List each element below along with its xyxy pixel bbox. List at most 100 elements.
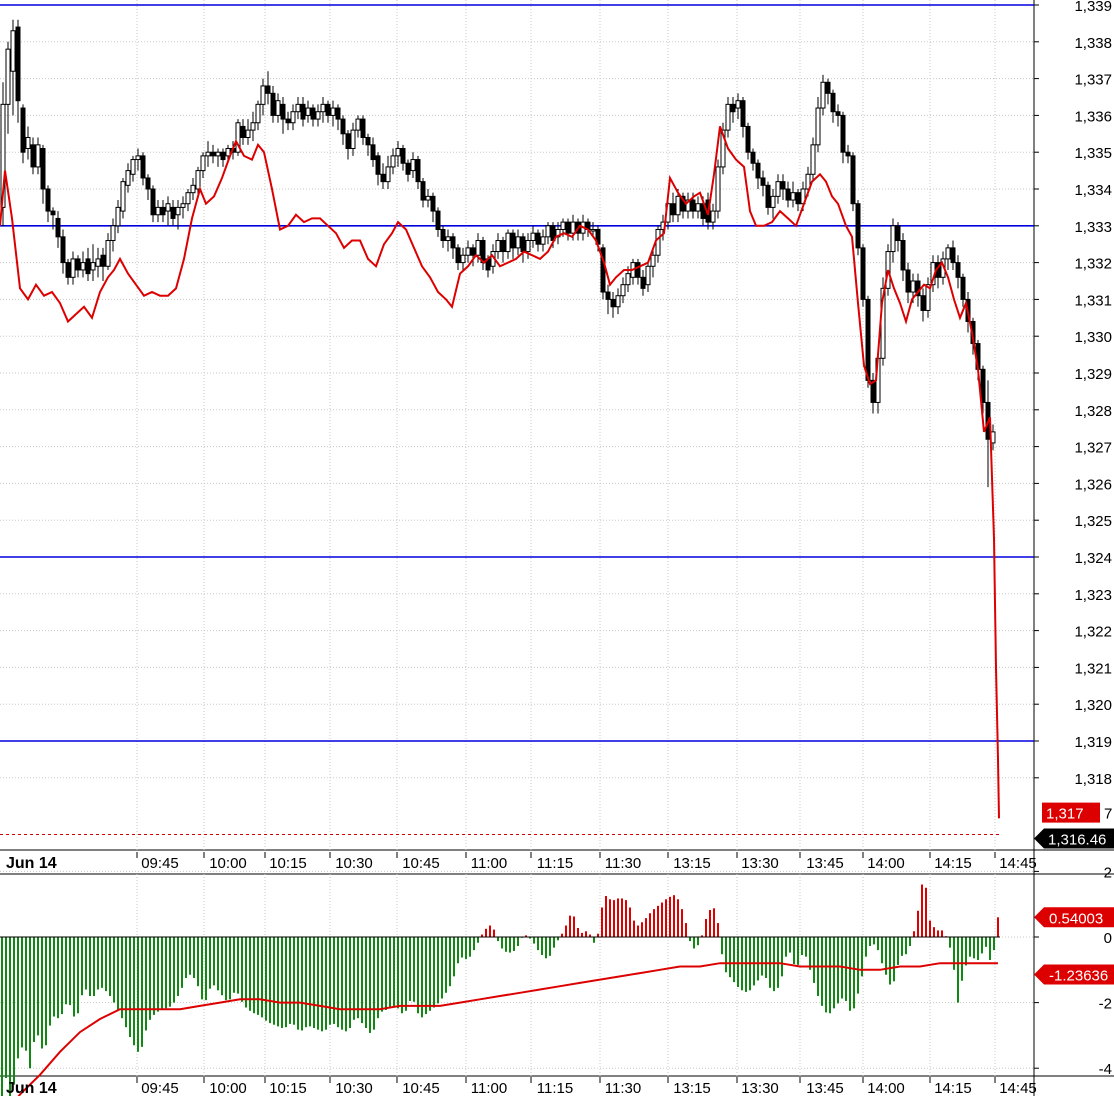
osc-y-tick-label: 2 <box>1104 864 1112 881</box>
candle-down <box>280 103 286 120</box>
candle-up <box>130 159 136 175</box>
osc-date-label: Jun 14 <box>6 1080 57 1096</box>
last-price-badge-trail: 7 <box>1104 806 1112 823</box>
candle-up <box>735 100 741 109</box>
price-date-label: Jun 14 <box>6 855 57 872</box>
candle-up <box>790 192 796 201</box>
time-tick-label: 14:45 <box>999 1080 1037 1096</box>
price-y-tick-label: 1,319 <box>1074 734 1112 751</box>
time-tick-label: 11:30 <box>605 855 641 872</box>
candle-up <box>710 210 716 223</box>
candle-up <box>120 181 126 212</box>
candle-down <box>950 247 956 264</box>
current-price-badge: 1,316.46 <box>1034 828 1114 849</box>
candle-down <box>150 188 156 216</box>
candle-down <box>240 125 246 138</box>
candle-up <box>205 151 211 157</box>
candle-up <box>135 155 141 161</box>
histogram-value-badge-text: 0.54003 <box>1049 910 1103 927</box>
candle-down <box>825 81 831 94</box>
candle-up <box>465 247 471 256</box>
candle-up <box>245 129 251 138</box>
candle-down <box>15 26 21 102</box>
time-tick-label: 14:00 <box>867 855 905 872</box>
candle-up <box>275 100 281 116</box>
candle-down <box>50 210 56 216</box>
time-tick-label: 14:15 <box>934 855 972 872</box>
candle-down <box>365 136 371 146</box>
candle-down <box>405 162 411 175</box>
candle-down <box>785 188 791 201</box>
time-tick-label: 10:15 <box>269 1080 307 1096</box>
histogram-value-badge: 0.54003 <box>1034 907 1114 928</box>
price-y-tick-label: 1,333 <box>1074 219 1112 236</box>
candle-up <box>445 236 451 242</box>
candle-down <box>955 262 961 278</box>
candle-down <box>635 262 641 278</box>
price-y-tick-label: 1,329 <box>1074 366 1112 383</box>
candle-down <box>65 262 71 278</box>
price-y-tick-label: 1,321 <box>1074 660 1112 677</box>
candle-down <box>855 203 861 249</box>
candle-up <box>815 107 821 146</box>
chart-svg: 1,339 1,338 1,337 1,336 1,335 1,334 1,333 1,332… <box>0 0 1114 1101</box>
candle-down <box>415 159 421 183</box>
candle-up <box>945 247 951 260</box>
candle-down <box>140 155 146 179</box>
time-tick-label: 14:15 <box>934 1080 972 1096</box>
price-y-tick-label: 1,318 <box>1074 771 1112 788</box>
candle-down <box>420 181 426 201</box>
candle-up <box>125 170 131 186</box>
candle-up <box>250 122 256 131</box>
candle-up <box>350 129 356 150</box>
candle-up <box>355 118 361 131</box>
candle-down <box>360 118 366 138</box>
candle-up <box>200 155 206 172</box>
price-y-tick-label: 1,328 <box>1074 403 1112 420</box>
candle-up <box>620 284 626 297</box>
candle-down <box>750 151 756 164</box>
time-tick-label: 09:45 <box>141 855 179 872</box>
candle-down <box>340 118 346 135</box>
candle-up <box>615 295 621 308</box>
candle-up <box>715 166 721 212</box>
candle-up <box>35 144 41 168</box>
candle-down <box>960 276 966 300</box>
candle-down <box>450 236 456 249</box>
candle-up <box>390 155 396 168</box>
current-price-badge-text: 1,316.46 <box>1048 831 1106 848</box>
candle-up <box>770 195 776 208</box>
candle-up <box>255 103 261 124</box>
candle-up <box>260 85 266 105</box>
candle-down <box>145 177 151 190</box>
candle-down <box>895 225 901 242</box>
price-y-tick-label: 1,323 <box>1074 587 1112 604</box>
time-tick-label: 09:45 <box>141 1080 179 1096</box>
candle-down <box>435 210 441 230</box>
price-y-tick-label: 1,320 <box>1074 697 1112 714</box>
candle-down <box>745 125 751 153</box>
candle-down <box>690 199 696 212</box>
candle-down <box>765 184 771 208</box>
candle-up <box>320 103 326 113</box>
time-tick-label: 11:15 <box>537 1080 573 1096</box>
price-y-tick-label: 1,332 <box>1074 256 1112 273</box>
time-tick-label: 13:30 <box>741 1080 779 1096</box>
price-y-tick-label: 1,331 <box>1074 292 1112 309</box>
candle-down <box>400 148 406 164</box>
candle-up <box>185 192 191 205</box>
candle-down <box>20 107 26 153</box>
candle-down <box>605 291 611 300</box>
candle-down <box>55 217 61 238</box>
candle-down <box>860 247 866 300</box>
candle-up <box>290 111 296 124</box>
candle-down <box>170 206 176 219</box>
candle-down <box>535 232 541 245</box>
candle-up <box>180 203 186 208</box>
signal-value-badge-text: -1.23636 <box>1049 968 1108 985</box>
candle-up <box>645 265 651 286</box>
candle-up <box>910 280 916 293</box>
price-y-tick-label: 1,338 <box>1074 35 1112 52</box>
candle-down <box>30 144 36 168</box>
price-y-tick-label: 1,326 <box>1074 476 1112 493</box>
